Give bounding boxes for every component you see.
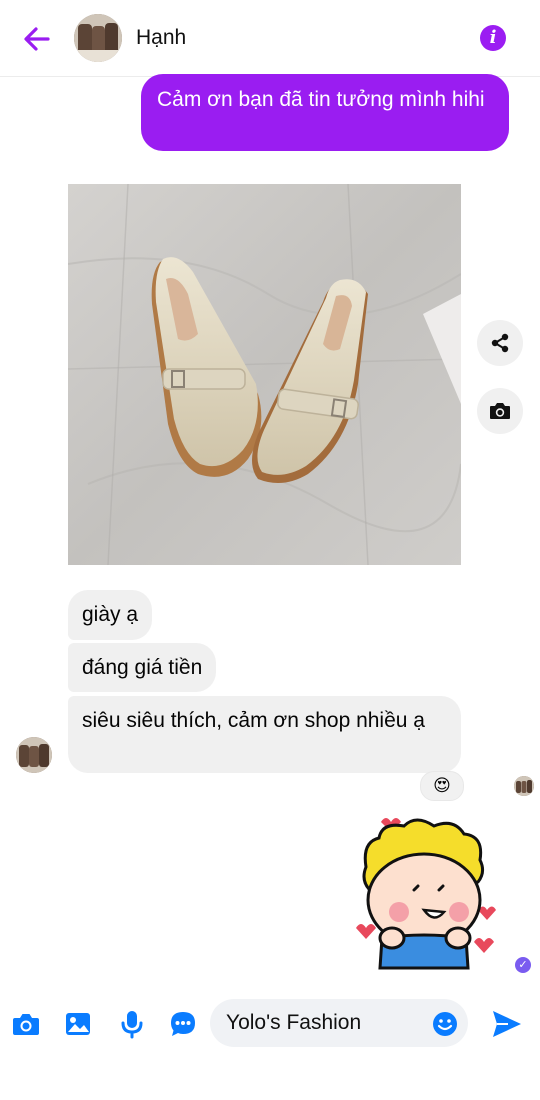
contact-avatar[interactable] [74,14,122,62]
emoji-icon[interactable] [432,1011,458,1037]
incoming-message[interactable]: siêu siêu thích, cảm ơn shop nhiều ạ [68,696,461,773]
camera-icon[interactable] [10,1008,42,1040]
sender-avatar[interactable] [16,737,52,773]
seen-avatar [514,776,534,796]
message-text: đáng giá tiền [82,656,203,679]
back-arrow-icon[interactable] [18,22,56,56]
sent-check-icon: ✓ [515,957,531,973]
outgoing-message[interactable]: Cảm ơn bạn đã tin tưởng mình hihi [141,74,509,151]
contact-name[interactable]: Hạnh [136,26,186,50]
message-input[interactable]: Yolo's Fashion [210,999,468,1047]
incoming-message[interactable]: giày ạ [68,590,153,640]
message-text: siêu siêu thích, cảm ơn shop nhiều ạ [82,709,425,732]
chat-header: Hạnh i [0,0,540,77]
share-button[interactable] [477,320,523,366]
camera-save-button[interactable] [477,388,523,434]
gallery-icon[interactable] [62,1008,94,1040]
share-icon [491,333,509,353]
message-text: giày ạ [82,603,139,626]
heart-eyes-reaction[interactable]: 😍 [420,771,464,801]
boy-sticker[interactable] [354,812,504,972]
camera-icon [490,403,510,419]
shared-photo[interactable] [68,184,461,565]
info-icon[interactable]: i [480,25,506,51]
microphone-icon[interactable] [116,1008,148,1040]
send-icon[interactable] [490,1008,524,1040]
incoming-message[interactable]: đáng giá tiền [68,643,217,692]
chat-bubble-icon[interactable] [167,1008,199,1040]
message-input-value: Yolo's Fashion [226,1011,362,1034]
